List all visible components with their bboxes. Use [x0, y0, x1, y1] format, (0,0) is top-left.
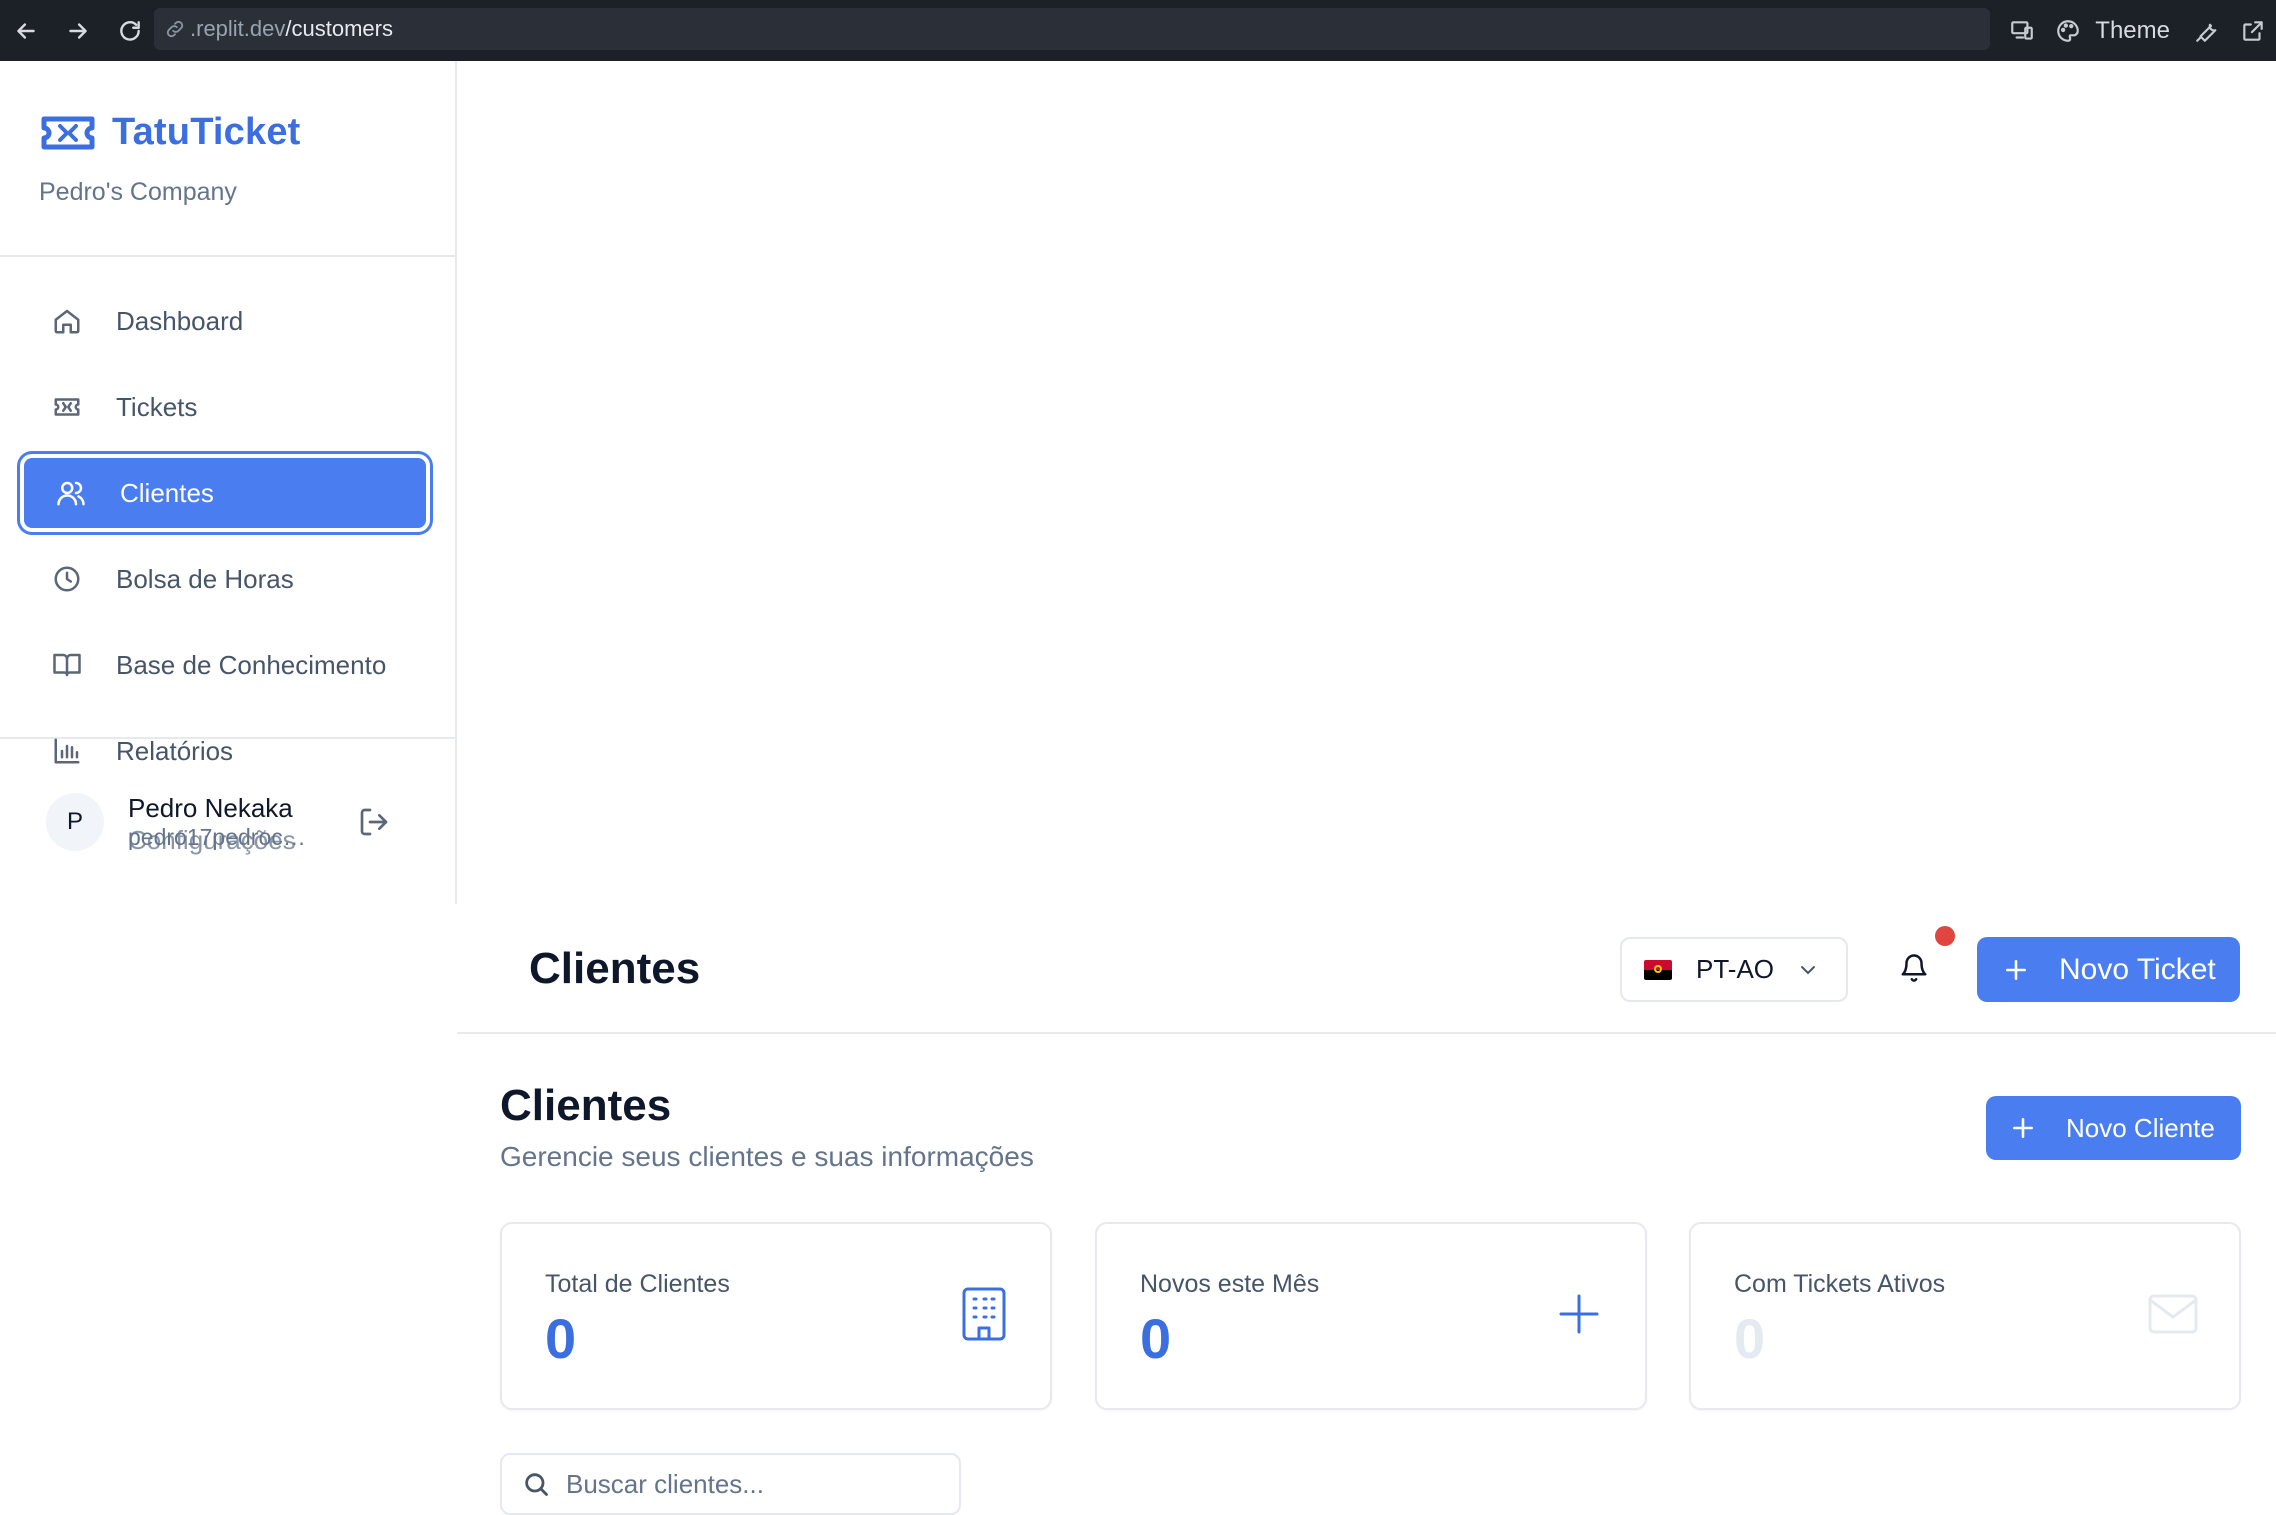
angola-flag-icon [1644, 959, 1672, 980]
sidebar-item-relatorios[interactable]: Relatórios [20, 712, 430, 790]
palette-icon [2057, 19, 2080, 42]
wrench-icon [2196, 23, 2217, 42]
notification-badge [1935, 926, 1955, 946]
tools-button[interactable] [2184, 0, 2230, 61]
page-title: Clientes [529, 944, 701, 993]
arrow-left-icon [17, 22, 35, 39]
sidebar-item-dashboard[interactable]: Dashboard [20, 282, 430, 360]
address-bar[interactable]: .replit.dev/customers [154, 8, 1990, 50]
new-client-button[interactable]: Novo Cliente [1986, 1096, 2241, 1160]
stat-value: 0 [545, 1307, 577, 1370]
language-value: PT-AO [1696, 954, 1775, 984]
notifications-button[interactable] [1894, 948, 1934, 988]
stat-card-com-tickets-ativos: Com Tickets Ativos 0 [1689, 1222, 2241, 1410]
page-header: Clientes PT-AO Novo Ticket [457, 904, 2276, 1034]
sidebar-item-label: Bolsa de Horas [116, 563, 294, 594]
language-select[interactable]: PT-AO [1620, 937, 1848, 1002]
search-input[interactable] [566, 1468, 946, 1500]
section-title: Clientes [500, 1081, 672, 1130]
stat-label: Novos este Mês [1140, 1270, 1320, 1298]
company-name: Pedro's Company [39, 178, 237, 206]
logout-button[interactable] [358, 806, 390, 843]
sidebar-item-bolsa-de-horas[interactable]: Bolsa de Horas [20, 540, 430, 618]
sidebar-item-label: Tickets [116, 391, 198, 422]
search-field[interactable] [500, 1453, 961, 1515]
book-icon [53, 653, 81, 677]
building-icon [962, 1287, 1006, 1341]
users-icon [57, 481, 85, 506]
logout-icon [360, 808, 388, 836]
url-host: .replit.dev [190, 16, 286, 41]
devices-icon [2011, 20, 2034, 40]
sidebar-item-label: Dashboard [116, 305, 244, 336]
reload-button[interactable] [104, 0, 156, 61]
avatar: P [46, 793, 104, 851]
bar-chart-icon [54, 738, 80, 764]
back-button[interactable] [0, 0, 52, 61]
search-icon [525, 1473, 548, 1496]
link-icon [166, 20, 184, 38]
plus-icon [1559, 1294, 1599, 1334]
forward-button[interactable] [52, 0, 104, 61]
ticket-logo-icon [41, 116, 95, 149]
sidebar-item-base-de-conhecimento[interactable]: Base de Conhecimento [20, 626, 430, 704]
browser-toolbar: .replit.dev/customers Theme [0, 0, 2276, 61]
stat-label: Total de Clientes [545, 1270, 730, 1298]
new-ticket-button[interactable]: Novo Ticket [1977, 937, 2240, 1002]
chevron-down-icon [1801, 965, 1816, 974]
bell-icon [1901, 954, 1927, 982]
sidebar-item-label: Relatórios [116, 735, 234, 766]
sidebar-item-clientes[interactable]: Clientes [20, 454, 430, 532]
section-subtitle: Gerencie seus clientes e suas informaçõe… [500, 1141, 1034, 1172]
brand[interactable]: TatuTicket [40, 111, 301, 154]
url-path: /customers [285, 16, 393, 41]
external-link-icon [2243, 20, 2263, 41]
home-icon [54, 309, 80, 334]
devices-button[interactable] [1999, 0, 2045, 61]
divider [0, 255, 455, 257]
arrow-right-icon [69, 22, 87, 39]
open-external-button[interactable] [2230, 0, 2276, 61]
ticket-icon [54, 398, 80, 416]
sidebar-item-configuracoes[interactable]: Configurações [128, 825, 296, 856]
stat-label: Com Tickets Ativos [1734, 1270, 1946, 1298]
user-name: Pedro Nekaka [128, 793, 293, 823]
sidebar-item-label: Clientes [120, 477, 214, 508]
plus-icon [2006, 959, 2026, 980]
sidebar-item-label: Base de Conhecimento [116, 649, 387, 680]
stat-value: 0 [1734, 1307, 1766, 1370]
reload-icon [120, 20, 140, 41]
user-profile: P Pedro Nekaka pedro17pedroc@... Configu… [46, 793, 328, 855]
theme-label[interactable]: Theme [2095, 17, 2170, 45]
stat-value: 0 [1140, 1307, 1172, 1370]
plus-icon [2013, 1118, 2033, 1138]
mail-icon [2148, 1294, 2198, 1334]
brand-name: TatuTicket [112, 111, 301, 153]
sidebar-item-tickets[interactable]: Tickets [20, 368, 430, 446]
stat-card-novos-este-mes: Novos este Mês 0 [1095, 1222, 1647, 1410]
sidebar: TatuTicket Pedro's Company Dashboard Tic… [0, 61, 457, 904]
new-client-label: Novo Cliente [2066, 1112, 2215, 1143]
clock-icon [54, 566, 80, 592]
theme-button[interactable] [2045, 0, 2091, 61]
new-ticket-label: Novo Ticket [2059, 952, 2216, 986]
stat-card-total-clientes: Total de Clientes 0 [500, 1222, 1052, 1410]
